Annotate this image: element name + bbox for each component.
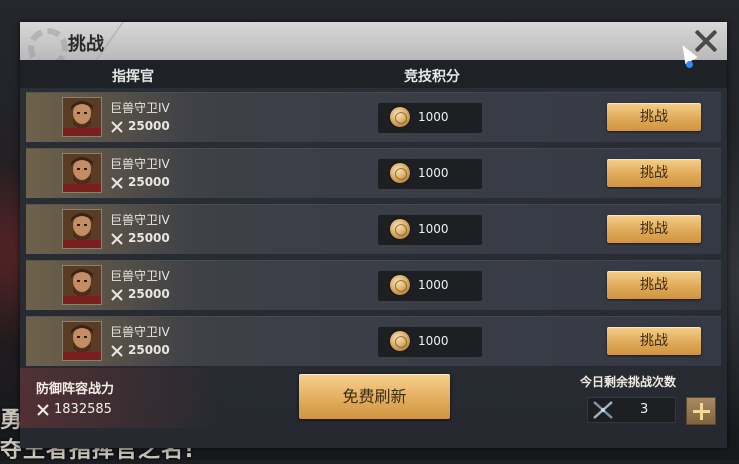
challenge-button[interactable]: 挑战 — [607, 327, 701, 355]
crossed-swords-icon — [111, 345, 123, 357]
defense-power-label: 防御阵容战力 — [36, 382, 115, 397]
coin-icon — [390, 275, 410, 295]
power-value: 25000 — [128, 343, 170, 357]
challenge-button[interactable]: 挑战 — [607, 271, 701, 299]
opponent-row: 巨兽守卫IV 25000 1000 挑战 — [26, 260, 721, 310]
challenge-dialog: 挑战 指挥官 竞技积分 巨兽守卫IV 25000 1000 挑战 巨兽守卫IV … — [20, 22, 727, 448]
defense-power-value: 1832585 — [54, 402, 112, 417]
arena-score-value: 1000 — [418, 278, 449, 292]
commander-name: 巨兽守卫IV — [110, 101, 170, 115]
coin-icon — [390, 107, 410, 127]
arena-score-box: 1000 — [378, 327, 482, 357]
power-value: 25000 — [128, 119, 170, 133]
power-value: 25000 — [128, 287, 170, 301]
remaining-challenges-count: 3 — [640, 402, 649, 417]
dialog-titlebar: 挑战 — [20, 22, 727, 60]
commander-name: 巨兽守卫IV — [110, 157, 170, 171]
arena-score-value: 1000 — [418, 166, 449, 180]
arena-score-box: 1000 — [378, 215, 482, 245]
crossed-swords-icon — [111, 289, 123, 301]
close-icon[interactable] — [693, 28, 719, 54]
commander-name: 巨兽守卫IV — [110, 269, 170, 283]
crossed-swords-icon — [111, 121, 123, 133]
crossed-swords-icon — [111, 233, 123, 245]
remaining-challenges-label: 今日剩余挑战次数 — [580, 375, 677, 389]
remaining-challenges-box: 3 — [587, 397, 676, 423]
blade-icon — [593, 401, 613, 419]
challenge-button[interactable]: 挑战 — [607, 103, 701, 131]
crossed-swords-icon — [37, 404, 49, 416]
arena-score-value: 1000 — [418, 110, 449, 124]
commander-avatar[interactable] — [62, 321, 102, 361]
challenge-button[interactable]: 挑战 — [607, 159, 701, 187]
coin-icon — [390, 219, 410, 239]
column-header-score: 竞技积分 — [404, 69, 460, 85]
coin-icon — [390, 163, 410, 183]
cursor-indicator — [686, 61, 693, 68]
arena-score-box: 1000 — [378, 159, 482, 189]
opponent-list: 巨兽守卫IV 25000 1000 挑战 巨兽守卫IV 25000 1000 挑… — [26, 92, 721, 372]
arena-score-value: 1000 — [418, 222, 449, 236]
free-refresh-button[interactable]: 免费刷新 — [299, 374, 450, 419]
commander-avatar[interactable] — [62, 97, 102, 137]
commander-avatar[interactable] — [62, 265, 102, 305]
arena-score-box: 1000 — [378, 271, 482, 301]
challenge-button[interactable]: 挑战 — [607, 215, 701, 243]
commander-avatar[interactable] — [62, 153, 102, 193]
dialog-title: 挑战 — [68, 34, 104, 55]
power-value: 25000 — [128, 175, 170, 189]
commander-avatar[interactable] — [62, 209, 102, 249]
defense-power-panel: 防御阵容战力 1832585 — [20, 368, 220, 428]
power-value: 25000 — [128, 231, 170, 245]
opponent-row: 巨兽守卫IV 25000 1000 挑战 — [26, 92, 721, 142]
opponent-row: 巨兽守卫IV 25000 1000 挑战 — [26, 148, 721, 198]
commander-name: 巨兽守卫IV — [110, 325, 170, 339]
commander-name: 巨兽守卫IV — [110, 213, 170, 227]
table-header: 指挥官 竞技积分 — [20, 60, 727, 88]
gear-decoration-icon — [28, 28, 68, 60]
plus-icon[interactable] — [686, 397, 716, 425]
arena-score-value: 1000 — [418, 334, 449, 348]
opponent-row: 巨兽守卫IV 25000 1000 挑战 — [26, 316, 721, 366]
arena-score-box: 1000 — [378, 103, 482, 133]
coin-icon — [390, 331, 410, 351]
column-header-commander: 指挥官 — [112, 69, 154, 85]
crossed-swords-icon — [111, 177, 123, 189]
opponent-row: 巨兽守卫IV 25000 1000 挑战 — [26, 204, 721, 254]
